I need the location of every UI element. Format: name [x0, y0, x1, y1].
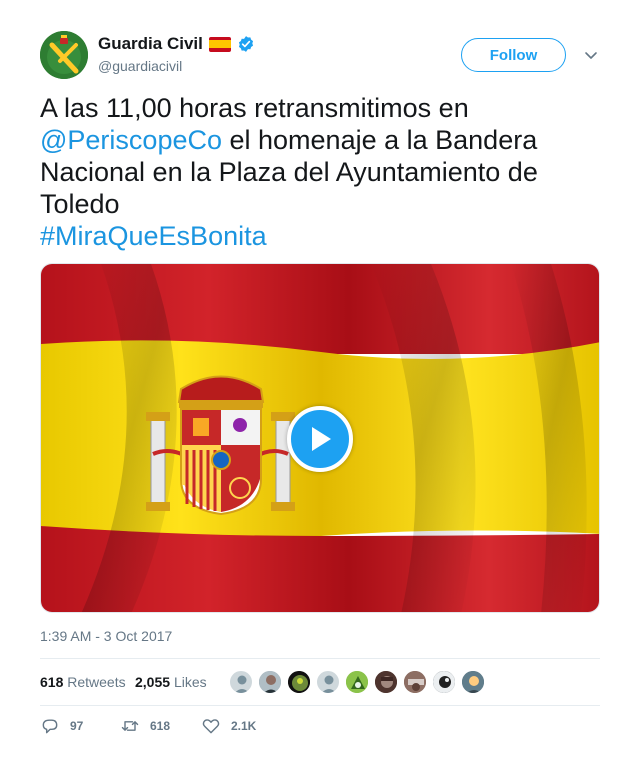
tweet-timestamp[interactable]: 1:39 AM - 3 Oct 2017 — [40, 628, 172, 644]
mention-link[interactable]: @PeriscopeCo — [40, 125, 222, 155]
tweet-stats: 618 Retweets 2,055 Likes — [40, 658, 600, 706]
tweet-text-part: A las 11,00 horas retransmitimos en — [40, 93, 469, 123]
retweet-icon — [121, 721, 139, 731]
follow-button[interactable]: Follow — [461, 38, 566, 72]
avatar[interactable] — [403, 670, 427, 694]
like-button[interactable]: 2.1K — [201, 716, 256, 736]
avatar[interactable] — [40, 31, 88, 79]
reply-icon — [42, 719, 58, 734]
reply-count: 97 — [70, 719, 84, 733]
liker-avatars — [229, 670, 485, 694]
chevron-down-icon[interactable] — [583, 47, 599, 63]
avatar[interactable] — [345, 670, 369, 694]
heart-icon — [202, 719, 220, 734]
likes-count: 2,055 — [135, 674, 171, 690]
retweet-button[interactable]: 618 — [120, 716, 170, 736]
likes-stat[interactable]: 2,055 Likes — [135, 674, 207, 690]
avatar[interactable] — [287, 670, 311, 694]
user-handle[interactable]: @guardiacivil — [98, 58, 255, 74]
hashtag-link[interactable]: #MiraQueEsBonita — [40, 221, 267, 251]
tweet-text: A las 11,00 horas retransmitimos en @Per… — [40, 92, 600, 252]
retweets-label: Retweets — [67, 674, 126, 690]
retweets-count: 618 — [40, 674, 64, 690]
avatar[interactable] — [461, 670, 485, 694]
tweet-card: Guardia Civil @guardiacivil Follow A las… — [0, 0, 640, 767]
tweet-header: Guardia Civil @guardiacivil Follow — [40, 31, 600, 81]
spain-flag-icon — [208, 36, 231, 52]
display-name[interactable]: Guardia Civil — [98, 34, 203, 54]
play-icon — [312, 427, 331, 451]
user-info[interactable]: Guardia Civil @guardiacivil — [98, 33, 255, 74]
guardia-civil-logo — [40, 31, 88, 79]
retweet-count: 618 — [150, 719, 171, 733]
avatar[interactable] — [432, 670, 456, 694]
reply-button[interactable]: 97 — [40, 716, 83, 736]
like-count: 2.1K — [231, 719, 257, 733]
verified-badge-icon — [238, 36, 253, 52]
retweets-stat[interactable]: 618 Retweets — [40, 674, 126, 690]
video-player[interactable] — [40, 263, 600, 613]
avatar[interactable] — [374, 670, 398, 694]
avatar[interactable] — [316, 670, 340, 694]
avatar[interactable] — [258, 670, 282, 694]
play-button[interactable] — [287, 406, 353, 472]
tweet-actions: 97 618 2.1K — [40, 716, 600, 740]
likes-label: Likes — [173, 674, 207, 690]
avatar[interactable] — [229, 670, 253, 694]
